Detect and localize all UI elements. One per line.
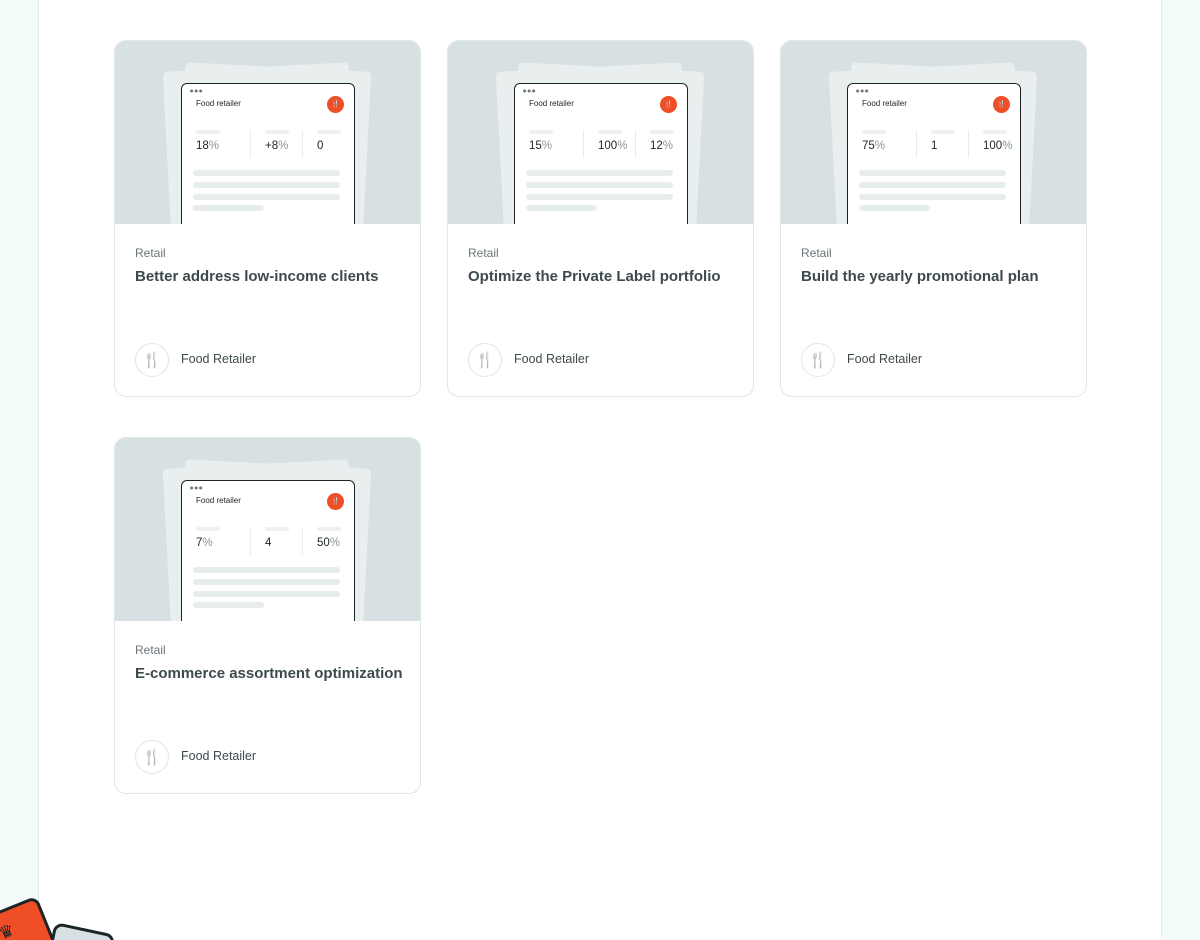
card-thumbnail: ●●● Food retailer 🍴 7% 4 50% [115,438,420,621]
use-case-card[interactable]: ●●● Food retailer 🍴 7% 4 50% Retail E-co… [114,437,421,794]
stat-unit: % [1002,140,1013,152]
main-panel: ●●● Food retailer 🍴 18% +8% 0 Retail Bet… [38,0,1162,940]
placeholder-line [193,182,340,188]
fork-knife-icon: 🍴 [660,96,677,113]
stat-value: 100 [983,140,1003,152]
placeholder-line [859,182,1006,188]
mockup-title: Food retailer [529,99,574,108]
stat-value: 15 [529,140,542,152]
fork-knife-icon: 🍴 [327,96,344,113]
device-mockup: ●●● Food retailer 🍴 75% 1 100% [847,83,1021,224]
industry-label: Food Retailer [181,749,257,763]
placeholder-line [193,194,340,200]
use-case-card[interactable]: ●●● Food retailer 🍴 75% 1 100% Retail Bu… [780,40,1087,397]
card-title[interactable]: Build the yearly promotional plan [801,268,1071,286]
mockup-stats: 75% 1 100% [858,130,1013,158]
stat-value: 0 [317,140,324,152]
placeholder-line [526,205,597,211]
fork-knife-icon: 🍴 [801,343,835,377]
placeholder-line [193,602,264,608]
card-title[interactable]: Better address low-income clients [135,268,405,286]
stat-value: 4 [265,537,272,549]
stat-value: 75 [862,140,875,152]
stat-unit: % [278,140,289,152]
placeholder-line [193,579,340,585]
card-title[interactable]: E-commerce assortment optimization [135,665,405,683]
stat-unit: % [617,140,628,152]
mockup-title: Food retailer [196,496,241,505]
placeholder-line [193,205,264,211]
crown-icon: ♛ [0,920,18,940]
stat-value: 18 [196,140,209,152]
industry-label: Food Retailer [514,352,590,366]
mockup-stats: 7% 4 50% [192,527,344,555]
device-mockup: ●●● Food retailer 🍴 7% 4 50% [181,480,355,621]
window-dots-icon: ●●● [856,88,870,93]
industry-label: Food Retailer [181,352,257,366]
device-mockup: ●●● Food retailer 🍴 15% 100% 12% [514,83,688,224]
card-category: Retail [135,643,166,657]
window-dots-icon: ●●● [523,88,537,93]
use-case-card[interactable]: ●●● Food retailer 🍴 18% +8% 0 Retail Bet… [114,40,421,397]
mockup-stats: 18% +8% 0 [192,130,344,158]
stat-value: 100 [598,140,618,152]
stat-unit: % [202,537,213,549]
use-case-card[interactable]: ●●● Food retailer 🍴 15% 100% 12% Retail … [447,40,754,397]
placeholder-line [526,194,673,200]
fork-knife-icon: 🍴 [993,96,1010,113]
industry-label: Food Retailer [847,352,923,366]
card-thumbnail: ●●● Food retailer 🍴 15% 100% 12% [448,41,753,224]
fork-knife-icon: 🍴 [135,740,169,774]
device-mockup: ●●● Food retailer 🍴 18% +8% 0 [181,83,355,224]
card-category: Retail [468,246,499,260]
card-thumbnail: ●●● Food retailer 🍴 75% 1 100% [781,41,1086,224]
stat-unit: % [874,140,886,152]
stat-value: 1 [931,140,938,152]
stat-unit: % [662,140,674,152]
placeholder-line [859,194,1006,200]
placeholder-line [526,170,673,176]
fork-knife-icon: 🍴 [327,493,344,510]
mockup-title: Food retailer [196,99,241,108]
placeholder-line [526,182,673,188]
stat-value: +8 [265,140,279,152]
placeholder-line [193,591,340,597]
placeholder-line [859,205,930,211]
stat-value: 12 [650,140,663,152]
mockup-title: Food retailer [862,99,907,108]
stat-unit: % [208,140,220,152]
stat-unit: % [541,140,553,152]
card-category: Retail [135,246,166,260]
fork-knife-icon: 🍴 [135,343,169,377]
window-dots-icon: ●●● [190,485,204,490]
card-thumbnail: ●●● Food retailer 🍴 18% +8% 0 [115,41,420,224]
mockup-stats: 15% 100% 12% [525,130,677,158]
stat-unit: % [329,537,341,549]
placeholder-line [193,567,340,573]
fork-knife-icon: 🍴 [468,343,502,377]
card-title[interactable]: Optimize the Private Label portfolio [468,268,738,286]
placeholder-line [859,170,1006,176]
card-category: Retail [801,246,832,260]
stat-value: 50 [317,537,330,549]
window-dots-icon: ●●● [190,88,204,93]
placeholder-line [193,170,340,176]
